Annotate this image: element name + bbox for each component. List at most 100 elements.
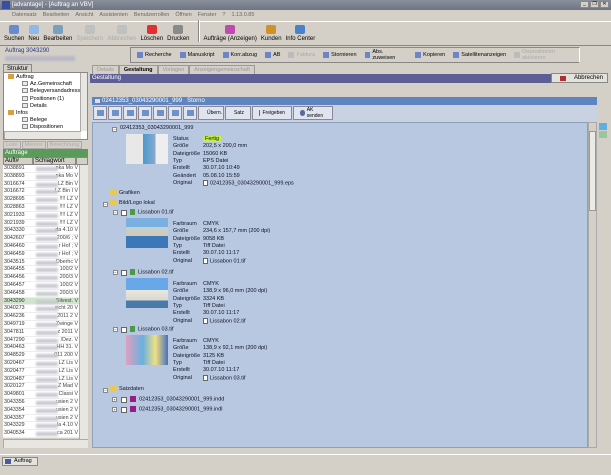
toolbar-button[interactable]: Bearbeiten: [43, 25, 72, 42]
toolbar-button[interactable]: Speichern: [76, 25, 103, 42]
workflow-button[interactable]: AK senden: [293, 106, 333, 120]
table-row[interactable]: 3046456 200/3 V: [3, 274, 79, 282]
toolbar-button[interactable]: Info Center: [286, 25, 315, 42]
table-row[interactable]: 3040463 HH 31. V: [3, 344, 79, 353]
select-checkbox[interactable]: [121, 270, 127, 276]
tool-button[interactable]: [108, 106, 122, 120]
toolbar-button[interactable]: Löschen: [140, 25, 163, 42]
tab-gestaltung[interactable]: Gestaltung: [118, 65, 158, 74]
tree-node[interactable]: Dispositionen: [22, 124, 63, 130]
order-action-button[interactable]: Faktura: [288, 52, 315, 58]
folder-bild[interactable]: Bild/Logo lokal: [109, 200, 155, 206]
table-row[interactable]: 3043515 Oberhc V: [3, 259, 79, 267]
table-row[interactable]: 3046455 100/2 V: [3, 266, 79, 275]
table-row[interactable]: 3046236 2011 2 V: [3, 313, 79, 321]
list-tab[interactable]: Berechnung: [46, 141, 83, 149]
expand-toggle[interactable]: +: [112, 397, 117, 402]
list-scrollbar[interactable]: [79, 165, 88, 439]
order-action-button[interactable]: Satellitenanzeigen: [453, 52, 506, 58]
tree-node[interactable]: Details: [22, 103, 47, 109]
expand-toggle[interactable]: +: [112, 407, 117, 412]
image-file-name[interactable]: Lissabon 01.tif: [130, 209, 173, 215]
table-row[interactable]: 3042607 200/6 ; V: [3, 235, 79, 243]
order-action-button[interactable]: Abs. zuweisen: [364, 49, 408, 61]
table-row[interactable]: 3047811 z 2011 V: [3, 329, 79, 337]
table-row[interactable]: 3046460 r Hof ; V: [3, 243, 79, 251]
collapse-toggle[interactable]: −: [113, 270, 118, 275]
toolbar-button[interactable]: Abbrechen: [107, 25, 136, 42]
menu-item[interactable]: Ansicht: [75, 10, 93, 20]
folder-satzdaten[interactable]: Satzdaten: [109, 386, 144, 392]
table-row[interactable]: 3043357 usien 2 V: [3, 415, 79, 423]
menu-item[interactable]: Öffnen: [175, 10, 191, 20]
toolbar-button[interactable]: Neu: [28, 25, 39, 42]
menu-item[interactable]: ?: [222, 10, 225, 20]
tree-node[interactable]: Belege: [22, 117, 47, 123]
table-row[interactable]: 3016674 LZ Bin V: [3, 181, 79, 189]
col-options[interactable]: [76, 157, 88, 165]
table-row[interactable]: 3016672 LZ Bin I V: [3, 188, 79, 197]
workflow-button[interactable]: Freigeben: [252, 106, 292, 120]
col-schlagwort[interactable]: Schlagwort: [33, 157, 76, 165]
maximize-button[interactable]: ❐: [590, 1, 599, 8]
tool-button[interactable]: [153, 106, 167, 120]
toolbar-button[interactable]: Kunden: [261, 25, 282, 42]
tool-button[interactable]: [168, 106, 182, 120]
minimize-button[interactable]: _: [580, 1, 589, 8]
workflow-button[interactable]: Übern.: [198, 106, 224, 120]
table-row[interactable]: 3047290/Dez. V: [3, 337, 79, 345]
order-action-button[interactable]: Korr.abzug: [222, 52, 257, 58]
collapse-toggle[interactable]: −: [103, 388, 108, 393]
folder-grafiken[interactable]: Grafiken: [109, 190, 140, 196]
taskbar-item-auftrag[interactable]: Auftrag: [2, 457, 38, 466]
table-row[interactable]: 3046459 r Hof ; V: [3, 251, 79, 259]
tree-node[interactable]: Infos: [8, 110, 28, 116]
list-hscrollbar[interactable]: [3, 439, 88, 448]
menu-item[interactable]: 1.13.0.85: [231, 10, 254, 20]
tool-button[interactable]: [138, 106, 152, 120]
select-checkbox[interactable]: [121, 397, 127, 403]
order-action-button[interactable]: Manuskript: [179, 52, 215, 58]
select-checkbox[interactable]: [121, 407, 127, 413]
table-row[interactable]: 3038893 nka Mo V: [3, 173, 79, 181]
select-checkbox[interactable]: [121, 327, 127, 333]
list-view-icon[interactable]: [599, 131, 607, 138]
scroll-thumb[interactable]: [589, 131, 596, 211]
tree-hscrollbar[interactable]: [4, 131, 81, 139]
menu-item[interactable]: Bearbeiten: [43, 10, 70, 20]
table-row[interactable]: 3043354 usien 2 V: [3, 407, 79, 415]
tree-node[interactable]: Positionen (1): [22, 96, 64, 102]
folder-view-icon[interactable]: [599, 123, 607, 130]
order-action-button[interactable]: AB: [265, 52, 280, 58]
content-scrollbar[interactable]: [588, 122, 597, 448]
tab-vorlagen[interactable]: Vorlagen: [157, 65, 190, 74]
table-row[interactable]: 3020477 LZ Lis V: [3, 368, 79, 376]
order-action-button[interactable]: Kopieren: [415, 52, 445, 58]
abbrechen-button[interactable]: Abbrechen: [551, 73, 608, 83]
indesign-file[interactable]: 02412353_03043290001_999.indl: [130, 406, 223, 412]
close-button[interactable]: ✕: [600, 1, 609, 8]
table-row[interactable]: 3046457 100/2 V: [3, 282, 79, 290]
tree-scrollbar[interactable]: [80, 73, 87, 131]
table-row[interactable]: 3040534 ca 201 V: [3, 430, 79, 438]
collapse-toggle[interactable]: −: [113, 327, 118, 332]
table-row[interactable]: 3020127 Z Mad V: [3, 383, 79, 392]
table-row[interactable]: 3043290 Silvest. V: [3, 297, 79, 306]
table-row[interactable]: 3049801 Classi V: [3, 391, 79, 399]
tool-button[interactable]: [183, 106, 197, 120]
col-auftnr[interactable]: Auft#: [3, 157, 33, 165]
tab-struktur[interactable]: Struktur: [3, 64, 33, 72]
table-row[interactable]: 3043356 usien 2 V: [3, 399, 79, 407]
table-row[interactable]: 3043330 da 4.10 V: [3, 227, 79, 236]
tab-anzeigengemeinschaft[interactable]: Anzeigengemeinschaft: [189, 65, 255, 74]
list-tab[interactable]: Liste: [3, 141, 21, 149]
table-row[interactable]: 3021939 !!!! LZ V: [3, 220, 79, 228]
list-tab[interactable]: Memos: [21, 141, 46, 149]
collapse-toggle[interactable]: −: [103, 202, 108, 207]
order-action-button[interactable]: Stornieren: [323, 52, 357, 58]
indesign-file[interactable]: 02412353_03043290001_999.indd: [130, 396, 224, 402]
tab-details[interactable]: Details: [92, 65, 119, 74]
toolbar-button[interactable]: Aufträge (Anzeigen): [204, 25, 257, 42]
table-row[interactable]: 3046458 200/3 V: [3, 290, 79, 298]
table-row[interactable]: 3028863 !!!! LZ V: [3, 204, 79, 212]
